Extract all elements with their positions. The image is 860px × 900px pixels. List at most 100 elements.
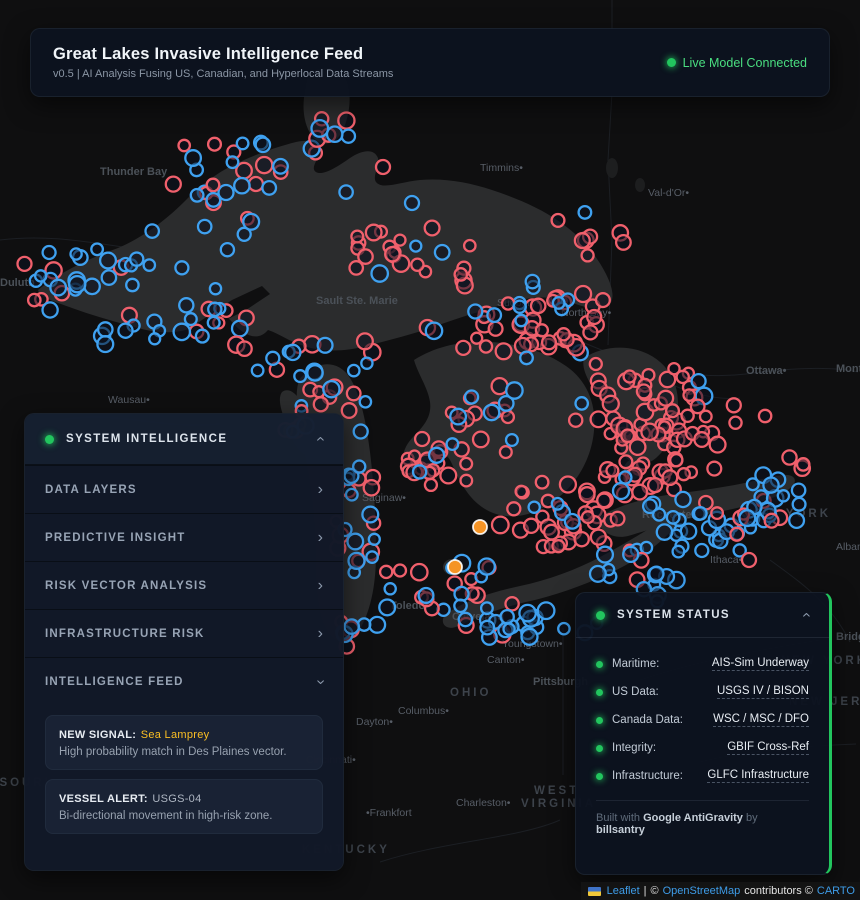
marker-blue[interactable] — [346, 489, 358, 501]
marker-red[interactable] — [516, 486, 527, 497]
marker-red[interactable] — [489, 322, 503, 336]
marker-red[interactable] — [637, 385, 651, 399]
marker-blue[interactable] — [237, 138, 249, 150]
marker-red[interactable] — [582, 511, 594, 523]
marker-red[interactable] — [456, 341, 470, 355]
marker-blue[interactable] — [747, 478, 759, 490]
marker-orange-alert[interactable] — [448, 560, 462, 574]
marker-blue[interactable] — [379, 600, 395, 616]
marker-red[interactable] — [742, 553, 756, 567]
marker-blue[interactable] — [372, 265, 388, 281]
marker-red[interactable] — [552, 540, 564, 552]
marker-blue[interactable] — [405, 196, 419, 210]
marker-red[interactable] — [658, 391, 673, 406]
marker-red[interactable] — [684, 389, 695, 400]
marker-blue[interactable] — [221, 243, 234, 256]
marker-red[interactable] — [411, 259, 423, 271]
marker-red[interactable] — [765, 514, 779, 528]
marker-red[interactable] — [575, 532, 589, 546]
marker-blue[interactable] — [793, 498, 806, 511]
marker-blue[interactable] — [232, 321, 248, 337]
marker-red[interactable] — [394, 565, 406, 577]
marker-red[interactable] — [358, 249, 372, 263]
marker-red[interactable] — [580, 487, 595, 502]
marker-blue[interactable] — [285, 345, 300, 360]
marker-blue[interactable] — [506, 434, 518, 446]
marker-red[interactable] — [797, 458, 809, 470]
marker-blue[interactable] — [149, 333, 160, 344]
marker-blue[interactable] — [465, 391, 478, 404]
marker-blue[interactable] — [307, 365, 322, 380]
marker-red[interactable] — [531, 299, 545, 313]
marker-blue[interactable] — [590, 566, 606, 582]
marker-blue[interactable] — [256, 138, 270, 152]
marker-red[interactable] — [611, 512, 625, 526]
marker-red[interactable] — [536, 324, 548, 336]
marker-blue[interactable] — [429, 448, 444, 463]
marker-red[interactable] — [473, 432, 489, 448]
marker-blue[interactable] — [641, 542, 652, 553]
marker-blue[interactable] — [349, 553, 365, 569]
marker-red[interactable] — [249, 177, 263, 191]
marker-blue[interactable] — [558, 623, 569, 634]
marker-blue[interactable] — [196, 330, 209, 343]
marker-blue[interactable] — [579, 206, 592, 219]
marker-blue[interactable] — [348, 365, 359, 376]
marker-red[interactable] — [357, 333, 373, 349]
marker-blue[interactable] — [69, 276, 85, 292]
marker-red[interactable] — [505, 597, 518, 610]
marker-red[interactable] — [560, 477, 576, 493]
marker-blue[interactable] — [538, 602, 555, 619]
marker-blue[interactable] — [426, 323, 442, 339]
menu-item-infrastructure-risk[interactable]: INFRASTRUCTURE RISK › — [25, 609, 343, 657]
openstreetmap-link[interactable]: OpenStreetMap — [663, 885, 741, 897]
carto-link[interactable]: CARTO — [817, 885, 855, 897]
marker-blue[interactable] — [97, 336, 113, 352]
chevron-up-icon[interactable]: › — [312, 436, 328, 441]
leaflet-link[interactable]: Leaflet — [607, 885, 640, 897]
marker-red[interactable] — [620, 455, 633, 468]
marker-blue[interactable] — [175, 261, 188, 274]
marker-blue[interactable] — [501, 610, 514, 623]
marker-blue[interactable] — [369, 617, 385, 633]
marker-red[interactable] — [707, 462, 721, 476]
marker-blue[interactable] — [613, 483, 629, 499]
marker-blue[interactable] — [369, 534, 380, 545]
marker-blue[interactable] — [208, 317, 220, 329]
marker-blue[interactable] — [487, 308, 501, 322]
marker-blue[interactable] — [323, 381, 339, 397]
marker-red[interactable] — [730, 528, 743, 541]
marker-blue[interactable] — [327, 127, 342, 142]
menu-item-predictive-insight[interactable]: PREDICTIVE INSIGHT › — [25, 513, 343, 561]
marker-red[interactable] — [411, 564, 427, 580]
marker-blue[interactable] — [692, 374, 706, 388]
marker-blue[interactable] — [529, 502, 540, 513]
marker-red[interactable] — [759, 410, 771, 422]
marker-blue[interactable] — [479, 559, 495, 575]
marker-red[interactable] — [364, 480, 379, 495]
marker-blue[interactable] — [312, 120, 329, 137]
marker-blue[interactable] — [252, 365, 264, 377]
marker-blue[interactable] — [227, 156, 239, 168]
marker-blue[interactable] — [345, 619, 359, 633]
marker-red[interactable] — [782, 450, 796, 464]
marker-blue[interactable] — [366, 551, 377, 562]
marker-blue[interactable] — [516, 315, 527, 326]
marker-blue[interactable] — [243, 214, 259, 230]
marker-red[interactable] — [464, 240, 475, 251]
marker-red[interactable] — [591, 530, 606, 545]
marker-blue[interactable] — [675, 492, 690, 507]
menu-item-data-layers[interactable]: DATA LAYERS › — [25, 465, 343, 513]
marker-blue[interactable] — [597, 547, 613, 563]
marker-blue[interactable] — [520, 352, 533, 365]
marker-blue[interactable] — [262, 181, 276, 195]
marker-red[interactable] — [630, 439, 646, 455]
marker-blue[interactable] — [619, 471, 631, 483]
marker-red[interactable] — [710, 437, 726, 453]
marker-blue[interactable] — [91, 244, 103, 256]
marker-red[interactable] — [670, 454, 682, 466]
marker-orange-alert[interactable] — [473, 520, 487, 534]
marker-red[interactable] — [208, 138, 221, 151]
marker-red[interactable] — [569, 414, 582, 427]
marker-blue[interactable] — [481, 621, 495, 635]
